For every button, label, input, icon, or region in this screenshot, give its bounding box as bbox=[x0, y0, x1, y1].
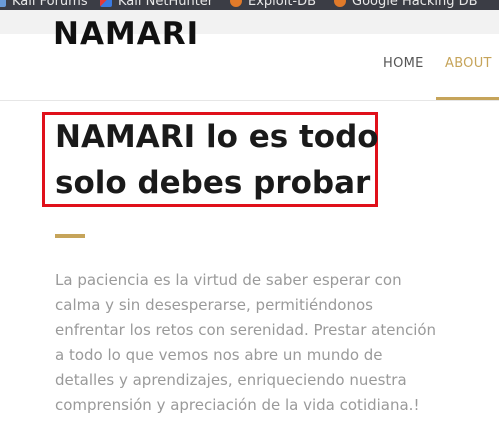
bookmark-label: Exploit-DB bbox=[248, 0, 317, 9]
exploit-db-icon bbox=[230, 0, 242, 7]
site-logo[interactable]: NAMARI bbox=[53, 20, 199, 54]
logo-text: NAMARI bbox=[53, 20, 200, 52]
nethunter-icon bbox=[100, 0, 112, 7]
nav-home[interactable]: HOME bbox=[383, 56, 424, 71]
google-hacking-db-icon bbox=[334, 0, 346, 7]
bookmark-kali-forums[interactable]: Kali Forums bbox=[0, 0, 88, 9]
nav-about[interactable]: ABOUT bbox=[436, 34, 499, 100]
bookmark-label: Google Hacking DB bbox=[352, 0, 478, 9]
site-header: NAMARI HOME ABOUT bbox=[0, 20, 499, 101]
nav-about-label: ABOUT bbox=[445, 56, 492, 71]
active-indicator bbox=[436, 97, 499, 100]
bookmark-label: Kali NetHunter bbox=[118, 0, 214, 9]
page-title: NAMARI lo es todo solo debes probar bbox=[55, 119, 379, 201]
title-accent-bar bbox=[55, 234, 85, 238]
kali-icon bbox=[0, 0, 6, 7]
bookmark-kali-nethunter[interactable]: Kali NetHunter bbox=[100, 0, 213, 9]
bookmarks-bar: Kali Forums Kali NetHunter Exploit-DB Go… bbox=[0, 0, 499, 10]
intro-paragraph: La paciencia es la virtud de saber esper… bbox=[55, 271, 437, 414]
bookmark-label: Kali Forums bbox=[12, 0, 88, 9]
bookmark-google-hacking-db[interactable]: Google Hacking DB bbox=[334, 0, 478, 9]
bookmark-exploit-db[interactable]: Exploit-DB bbox=[230, 0, 316, 9]
